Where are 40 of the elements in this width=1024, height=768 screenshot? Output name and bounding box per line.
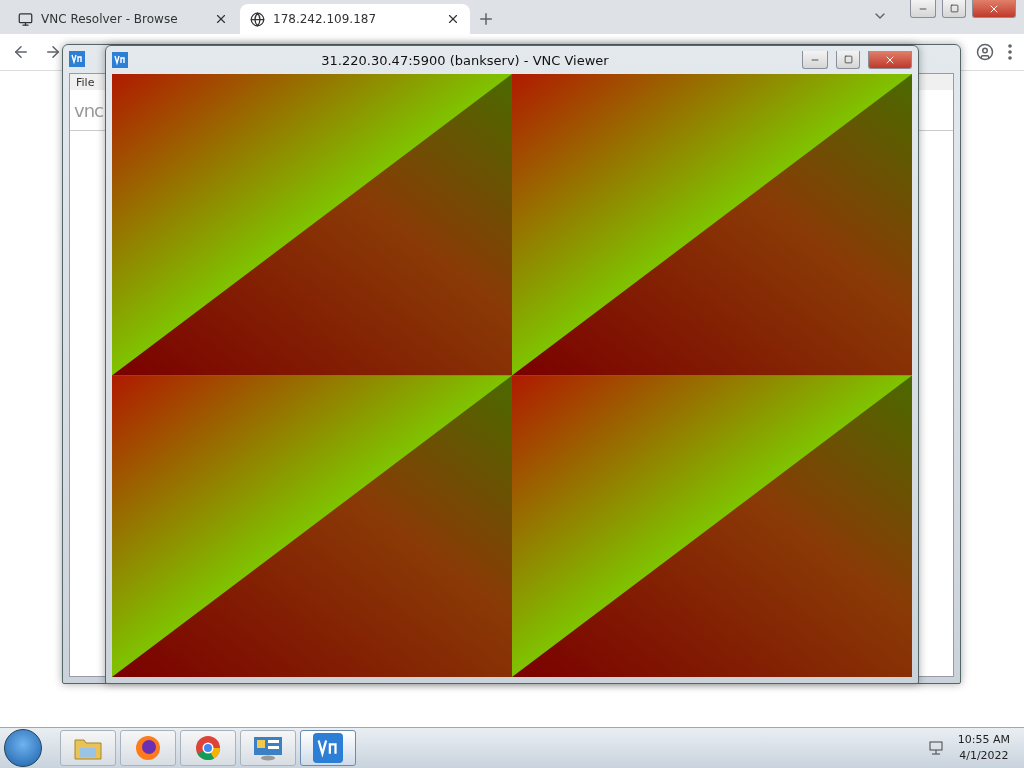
user-icon [976,43,994,61]
restore-button[interactable] [942,0,966,18]
vnc-app-icon [69,51,85,67]
browser-tab[interactable]: VNC Resolver - Browse [8,4,238,34]
restore-icon [843,55,853,64]
firefox-icon [135,735,161,761]
vnc-logo: vnc [74,99,103,121]
vnc-app-icon [112,52,128,68]
restore-button[interactable] [836,51,860,69]
taskbar-app[interactable] [300,730,356,766]
close-button[interactable] [972,0,1016,18]
forward-button[interactable] [44,43,62,61]
menu-button[interactable] [1008,44,1012,60]
vnc-icon [313,733,343,763]
minimize-button[interactable] [910,0,936,18]
clock-date: 4/1/2022 [959,748,1009,764]
globe-icon [250,11,265,27]
taskbar-app[interactable] [120,730,176,766]
menu-icon [1008,44,1012,60]
network-icon[interactable] [927,740,944,756]
monitor-icon [18,11,33,27]
back-button[interactable] [12,43,30,61]
menu-item[interactable]: File [76,75,95,89]
close-button[interactable] [868,51,912,69]
taskbar-app[interactable] [180,730,236,766]
arrow-right-icon [44,43,62,61]
plus-icon [477,10,495,28]
close-icon[interactable] [446,12,460,26]
control-panel-icon [253,735,283,761]
restore-icon [949,4,959,13]
taskbar-app[interactable] [240,730,296,766]
start-button[interactable] [4,729,42,767]
window-title: 31.220.30.47:5900 (bankserv) - VNC Viewer [320,52,610,68]
chrome-icon [195,735,221,761]
browser-tab[interactable]: 178.242.109.187 [240,4,470,34]
folder-icon [74,736,102,760]
profile-button[interactable] [976,43,994,61]
close-icon[interactable] [214,12,228,26]
clock-time: 10:55 AM [957,732,1010,748]
minimize-button[interactable] [802,51,828,69]
